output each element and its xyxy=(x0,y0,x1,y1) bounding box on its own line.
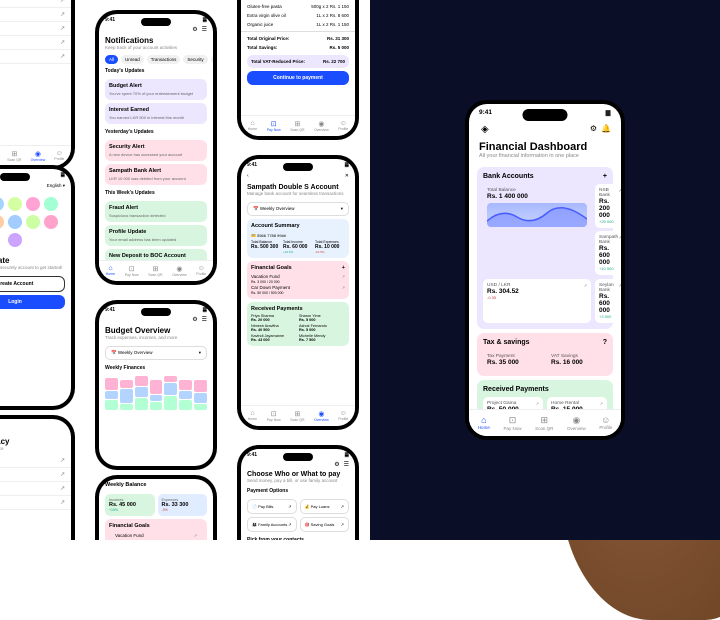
settings-item[interactable]: eminders↗ xyxy=(0,36,71,50)
notif-card[interactable]: Budget AlertYou've spent 70% of your ent… xyxy=(105,79,207,100)
bottom-nav: ⌂Home ⊡Pay Now ⊞Scan QR ◉Overview ☺Profi… xyxy=(99,260,213,281)
notif-card[interactable]: Interest EarnedYou earned LKR 500 in int… xyxy=(105,103,207,124)
pay-option[interactable]: 💰 Pay Loans ↗ xyxy=(300,499,350,514)
dashboard-subtitle: All your financial information in one pl… xyxy=(479,153,611,159)
notification-tabs: All Unread Transactions Security Family xyxy=(99,53,213,66)
gear-icon[interactable]: ⚙ xyxy=(192,316,197,323)
budget-title: Budget Overview xyxy=(105,326,207,335)
back-icon[interactable]: ‹ xyxy=(247,173,249,179)
gear-icon[interactable]: ⚙ xyxy=(334,461,339,468)
privacy-item[interactable]: al security↗ xyxy=(0,454,71,468)
bank-accounts-card: Bank Accounts+ Total BalanceRs. 1 400 00… xyxy=(477,167,613,329)
bottom-nav: ⌂Home ⊡Pay Now ⊞Scan QR ◉Overview ☺Profi… xyxy=(0,145,71,166)
status-time: 9:41 xyxy=(479,109,492,117)
vat-card: Total VAT-Reduced Price:Rs. 22 700 xyxy=(247,55,349,68)
goals-card: Financial Goals+ Vacation Fund↗Rs. 3 000… xyxy=(247,261,349,299)
bell-icon[interactable]: 🔔 xyxy=(601,124,611,135)
help-icon[interactable]: ? xyxy=(603,339,607,346)
period-dropdown[interactable]: 📅 Weekly Overview▾ xyxy=(247,202,349,216)
gear-icon[interactable]: ⚙ xyxy=(192,26,197,33)
received-card: Received Payments Priya SharmaRs. 20 000… xyxy=(247,302,349,346)
filter-icon[interactable]: ☰ xyxy=(344,461,349,468)
nav-profile[interactable]: ☺Profile xyxy=(599,415,612,431)
filter-icon[interactable]: ☰ xyxy=(202,316,207,323)
nav-scanqr[interactable]: ⊞Scan QR xyxy=(535,415,553,431)
cart-item: Extra virgin olive oil1L x 2 Rs. 8 600 xyxy=(241,11,355,20)
paymate-title: to Pay Mate xyxy=(0,256,65,265)
privacy-item[interactable]: eminders↗ xyxy=(0,468,71,482)
expense-cell: ExpensesRs. 33 300-3% xyxy=(158,494,208,516)
language-select[interactable]: English xyxy=(47,183,62,188)
continue-payment-button[interactable]: Continue to payment xyxy=(247,71,349,85)
privacy-item[interactable]: ation settings↗ xyxy=(0,482,71,496)
settings-item[interactable]: al Goals↗ xyxy=(0,0,71,8)
avatar-grid xyxy=(0,191,71,253)
bank-tile-nsb[interactable]: NSB Bank↗Rs. 200 000+25 000 xyxy=(595,184,621,228)
bank-tile-seylan[interactable]: Seylan Bank↗Rs. 600 000+3 500 xyxy=(595,279,621,323)
status-icons: ䷀ xyxy=(605,109,611,117)
notif-card[interactable]: Security AlertA new device has accessed … xyxy=(105,140,207,161)
tax-card: Tax & savings? Tax PaymentRs. 35 000 VAT… xyxy=(477,333,613,376)
login-button[interactable]: Login xyxy=(0,295,65,309)
account-title: Sampath Double S Account xyxy=(247,184,349,191)
cart-item: Gluten-free pasta500g x 2 Rs. 1 150 xyxy=(241,2,355,11)
privacy-item[interactable]: re password↗ xyxy=(0,496,71,510)
filter-icon[interactable]: ☰ xyxy=(202,26,207,33)
cart-item: Organic juice1L x 2 Rs. 1 150 xyxy=(241,20,355,29)
settings-item[interactable]: Limits↗ xyxy=(0,22,71,36)
bottom-nav: ⌂Home ⊡Pay Now ⊞Scan QR ◉Overview ☺Profi… xyxy=(241,405,355,426)
nav-paynow[interactable]: ⊡Pay Now xyxy=(503,415,521,431)
weekly-chart xyxy=(99,373,213,413)
settings-item[interactable]: y Settings↗ xyxy=(0,50,71,64)
notif-card[interactable]: Profile UpdateYour email address has bee… xyxy=(105,225,207,246)
goals-card: Financial Goals Vacation Fund↗Rs. 52 000… xyxy=(105,519,207,540)
notifications-title: Notifications xyxy=(105,36,207,45)
pay-title: Choose Who or What to pay xyxy=(247,471,349,478)
income-cell: IncomesRs. 45 000+15% xyxy=(105,494,155,516)
nav-overview[interactable]: ◉Overview xyxy=(567,415,586,431)
bottom-nav: ⌂Home ⊡Pay Now ⊞Scan QR ◉Overview ☺Profi… xyxy=(241,115,355,136)
balance-sparkline xyxy=(487,203,587,227)
bank-tile-sampath[interactable]: Sampath Bank↗Rs. 600 000+10 500 xyxy=(595,231,621,275)
pay-option[interactable]: 👨‍👩‍👧 Family Accounts ↗ xyxy=(247,517,297,532)
gear-icon[interactable]: ⚙ xyxy=(590,124,597,135)
dashboard-title: Financial Dashboard xyxy=(479,141,611,153)
notif-card[interactable]: Sampath Bank AlertLKR 10 000 was debited… xyxy=(105,164,207,185)
nav-home[interactable]: ⌂Home xyxy=(478,415,490,431)
settings-item[interactable]: Options↗ xyxy=(0,8,71,22)
summary-card: Account Summary 💳 5566 7788 99## Total B… xyxy=(247,219,349,258)
add-icon[interactable]: + xyxy=(603,173,607,180)
pay-option[interactable]: 🎯 Saving Goals ↗ xyxy=(300,517,350,532)
period-dropdown[interactable]: 📅 Weekly Overview▾ xyxy=(105,346,207,360)
close-icon[interactable]: ✕ xyxy=(345,173,349,179)
bank-tile-usd[interactable]: USD / LKR↗Rs. 304.52-0.35 xyxy=(483,279,591,323)
pay-option[interactable]: 📄 Pay Bills ↗ xyxy=(247,499,297,514)
bottom-nav: ⌂Home ⊡Pay Now ⊞Scan QR ◉Overview ☺Profi… xyxy=(469,409,621,436)
notif-card[interactable]: Fraud AlertSuspicious transaction detect… xyxy=(105,201,207,222)
create-account-button[interactable]: Create Account xyxy=(0,276,65,292)
logo-icon: ◈ xyxy=(481,124,489,135)
